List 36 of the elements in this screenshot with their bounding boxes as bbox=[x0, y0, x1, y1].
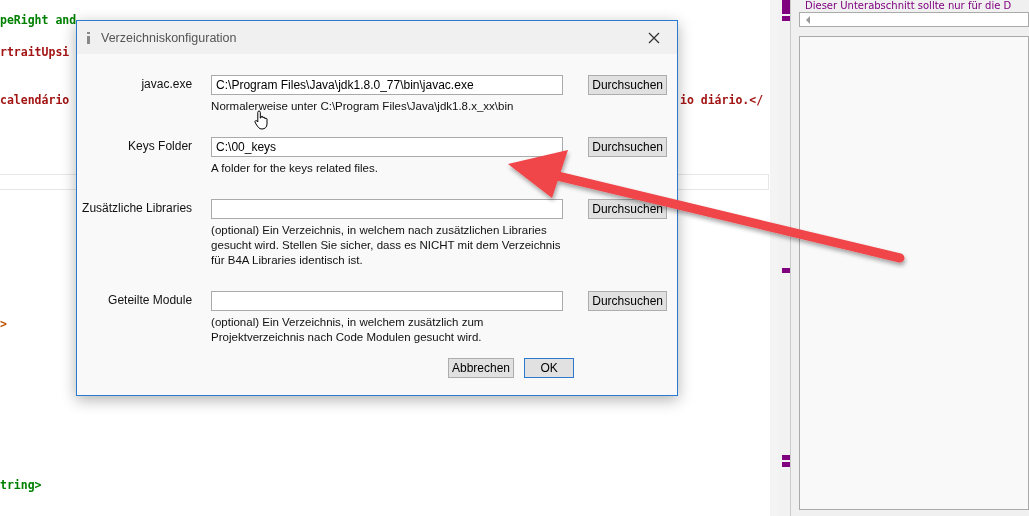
path-field[interactable] bbox=[211, 199, 564, 219]
browse-button[interactable]: Durchsuchen bbox=[588, 75, 667, 95]
hint-text: A folder for the keys related files. bbox=[211, 161, 379, 176]
browse-button[interactable]: Durchsuchen bbox=[588, 291, 667, 311]
change-marker bbox=[782, 462, 790, 467]
hint-text: Normalerweise unter C:\Program Files\Java\jdk1.8.x_xx\bin bbox=[211, 99, 515, 114]
browse-button[interactable]: Durchsuchen bbox=[588, 137, 667, 157]
field-label: Keys Folder bbox=[127, 138, 194, 153]
info-icon bbox=[87, 31, 90, 44]
field-label: javac.exe bbox=[140, 76, 194, 91]
change-marker bbox=[782, 16, 790, 21]
panel-heading: Dieser Unterabschnitt sollte nur für die D bbox=[804, 0, 1013, 11]
path-field[interactable] bbox=[211, 291, 564, 311]
code-line: rtraitUpsi bbox=[0, 45, 70, 59]
scroll-left-icon[interactable] bbox=[805, 15, 811, 24]
horizontal-scrollbar[interactable] bbox=[799, 12, 1029, 27]
field-label: Zusätzliche Libraries bbox=[81, 200, 194, 215]
hint-text: (optional) Ein Verzeichnis, in welchem zusätzlich zum Projektverzeichnis nach Code Modulen gesucht wird. bbox=[211, 315, 485, 345]
browse-button[interactable]: Durchsuchen bbox=[588, 199, 667, 219]
change-marker bbox=[782, 268, 790, 273]
change-marker bbox=[782, 0, 790, 14]
hint-text: (optional) Ein Verzeichnis, in welchem nach zusätzlichen Libraries gesucht wird. Stellen Sie sicher, dass es NICHT mit dem Verzeichnis für B4A Libraries identisch ist. bbox=[211, 223, 562, 268]
code-line: peRight and bbox=[0, 13, 77, 27]
path-field[interactable]: C:\00_keys bbox=[211, 137, 564, 157]
code-line: tring> bbox=[0, 478, 42, 492]
code-line: io diário.</ bbox=[680, 93, 764, 107]
window-title: Verzeichniskonfiguration bbox=[101, 30, 238, 45]
ok-button[interactable]: OK bbox=[524, 358, 575, 378]
path-field[interactable]: C:\Program Files\Java\jdk1.8.0_77\bin\javac.exe bbox=[211, 75, 564, 95]
code-line: calendário bbox=[0, 93, 70, 107]
cancel-button[interactable]: Abbrechen bbox=[448, 358, 515, 378]
close-icon[interactable] bbox=[648, 31, 660, 44]
field-label: Geteilte Module bbox=[107, 292, 194, 307]
change-marker bbox=[782, 455, 790, 460]
hand-cursor-icon bbox=[254, 110, 270, 130]
code-line: > bbox=[0, 317, 7, 331]
